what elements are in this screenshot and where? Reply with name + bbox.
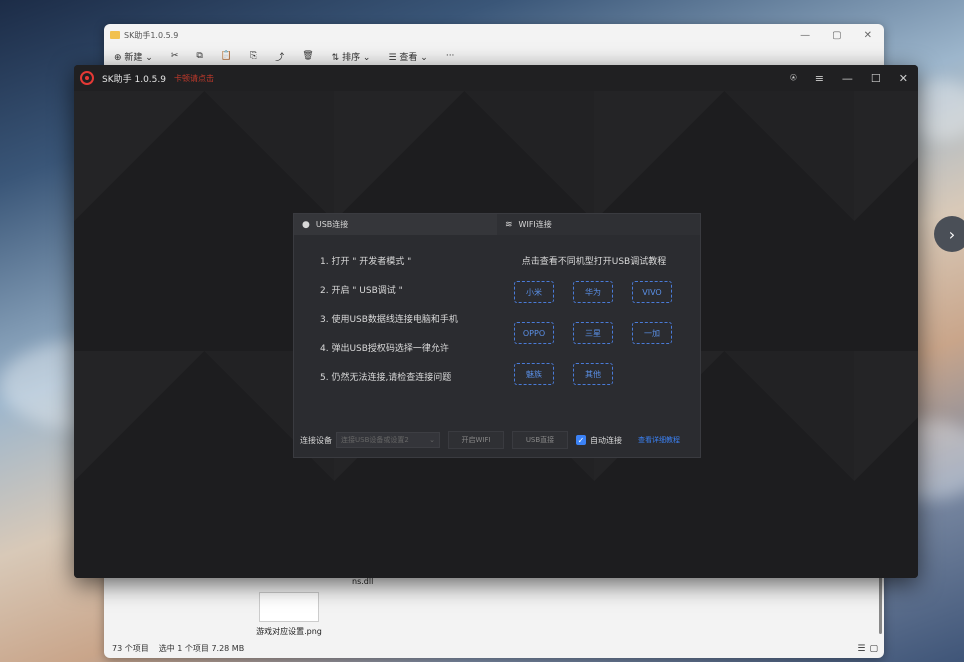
tab-usb-label: USB连接 — [315, 220, 349, 229]
auto-connect-checkbox[interactable]: ✓ — [576, 435, 586, 445]
brand-button-other[interactable]: 其他 — [573, 363, 613, 385]
connection-tabs: ● USB连接 ≋ WIFI连接 — [294, 214, 700, 235]
device-select-value: 连接USB设备或设置2 — [341, 436, 409, 444]
app-title: SK助手 1.0.5.9 — [102, 74, 166, 85]
file-ns-dll[interactable]: ns.dll — [352, 577, 373, 586]
tutorial-link[interactable]: 查看详细教程 — [638, 435, 680, 445]
dialog-bottom-bar: 连接设备 连接USB设备或设置2 ⌄ 开启WIFI USB直接 ✓ 自动连接 查… — [300, 431, 694, 449]
step-1: 1. 打开 " 开发者模式 " — [320, 257, 412, 267]
file-png[interactable]: 游戏对应设置.png — [254, 592, 324, 637]
explorer-maximize-button[interactable]: ▢ — [832, 30, 841, 41]
menu-icon[interactable]: ≡ — [815, 72, 824, 85]
rename-icon[interactable]: ⎘ — [250, 51, 257, 61]
maximize-button[interactable]: ☐ — [871, 72, 881, 85]
brand-button-oppo[interactable]: OPPO — [514, 322, 554, 344]
brand-button-huawei[interactable]: 华为 — [573, 281, 613, 303]
auto-connect-label: 自动连接 — [590, 435, 622, 445]
tab-wifi[interactable]: ≋ WIFI连接 — [497, 214, 700, 235]
brand-button-samsung[interactable]: 三星 — [573, 322, 613, 344]
brand-button-xiaomi[interactable]: 小米 — [514, 281, 554, 303]
device-select[interactable]: 连接USB设备或设置2 ⌄ — [336, 432, 440, 448]
folder-icon — [110, 31, 120, 39]
more-button[interactable]: ··· — [446, 51, 455, 61]
copy-icon[interactable]: ⧉ — [196, 51, 202, 61]
explorer-title: SK助手1.0.5.9 — [124, 30, 179, 40]
explorer-titlebar: SK助手1.0.5.9 — ▢ ✕ — [104, 24, 884, 46]
brand-grid: 小米 华为 VIVO OPPO 三星 一加 魅族 其他 — [514, 281, 684, 385]
brand-button-vivo[interactable]: VIVO — [632, 281, 672, 303]
app-window-controls: ⍟ ≡ — ☐ ✕ — [790, 71, 908, 85]
usb-icon: ● — [302, 219, 310, 230]
delete-icon[interactable]: 🗑 — [302, 51, 313, 61]
tab-usb[interactable]: ● USB连接 — [294, 214, 497, 235]
wifi-icon: ≋ — [505, 219, 513, 230]
status-selected: 选中 1 个项目 7.28 MB — [158, 644, 245, 653]
status-item-count: 73 个项目 — [112, 644, 149, 653]
device-label: 连接设备 — [300, 435, 332, 445]
file-thumbnail — [259, 592, 319, 622]
app-titlebar: SK助手 1.0.5.9 卡顿请点击 ⍟ ≡ — ☐ ✕ — [74, 65, 918, 91]
minimize-button[interactable]: — — [842, 72, 853, 85]
share-icon[interactable]: ⤴ — [275, 50, 284, 63]
close-button[interactable]: ✕ — [899, 72, 908, 85]
explorer-window-controls: — ▢ ✕ — [800, 30, 872, 41]
view-toggle: ☰ ▢ — [857, 644, 878, 654]
explorer-status-bar: 73 个项目 选中 1 个项目 7.28 MB — [112, 643, 244, 654]
tiles-view-icon[interactable]: ▢ — [869, 644, 878, 654]
brand-tutorials: 点击查看不同机型打开USB调试教程 小米 华为 VIVO OPPO 三星 一加 … — [514, 254, 684, 385]
tutorial-hint: 点击查看不同机型打开USB调试教程 — [521, 257, 667, 267]
file-name: 游戏对应设置.png — [256, 627, 322, 636]
paste-icon[interactable]: 📋 — [221, 51, 232, 61]
enable-wifi-button[interactable]: 开启WIFI — [448, 431, 504, 449]
details-view-icon[interactable]: ☰ — [857, 644, 865, 654]
chevron-down-icon: ⌄ — [429, 436, 435, 444]
connection-dialog: ● USB连接 ≋ WIFI连接 1. 打开 " 开发者模式 " 2. 开启 "… — [293, 213, 701, 458]
usb-steps: 1. 打开 " 开发者模式 " 2. 开启 " USB调试 " 3. 使用USB… — [320, 254, 458, 399]
explorer-toolbar: ⊕ 新建 ⌄ ✂ ⧉ 📋 ⎘ ⤴ 🗑 ⇅ 排序 ⌄ ☰ 查看 ⌄ ··· — [104, 46, 884, 66]
app-logo-icon — [80, 71, 94, 85]
explorer-close-button[interactable]: ✕ — [864, 30, 872, 41]
cut-icon[interactable]: ✂ — [171, 51, 179, 61]
explorer-minimize-button[interactable]: — — [800, 30, 810, 41]
sort-button[interactable]: ⇅ 排序 ⌄ — [332, 50, 371, 63]
step-2: 2. 开启 " USB调试 " — [320, 286, 403, 296]
tab-wifi-label: WIFI连接 — [518, 220, 552, 229]
new-button[interactable]: ⊕ 新建 ⌄ — [114, 50, 153, 63]
next-arrow-button[interactable]: › — [934, 216, 964, 252]
lag-help-link[interactable]: 卡顿请点击 — [174, 73, 214, 84]
view-button[interactable]: ☰ 查看 ⌄ — [388, 50, 427, 63]
user-icon[interactable]: ⍟ — [790, 71, 797, 85]
step-4: 4. 弹出USB授权码选择一律允许 — [320, 344, 449, 354]
sk-helper-window: SK助手 1.0.5.9 卡顿请点击 ⍟ ≡ — ☐ ✕ ● USB连接 ≋ W… — [74, 65, 918, 578]
brand-button-oneplus[interactable]: 一加 — [632, 322, 672, 344]
usb-direct-button[interactable]: USB直接 — [512, 431, 568, 449]
step-3: 3. 使用USB数据线连接电脑和手机 — [320, 315, 458, 325]
brand-button-meizu[interactable]: 魅族 — [514, 363, 554, 385]
step-5: 5. 仍然无法连接,请检查连接问题 — [320, 373, 452, 383]
